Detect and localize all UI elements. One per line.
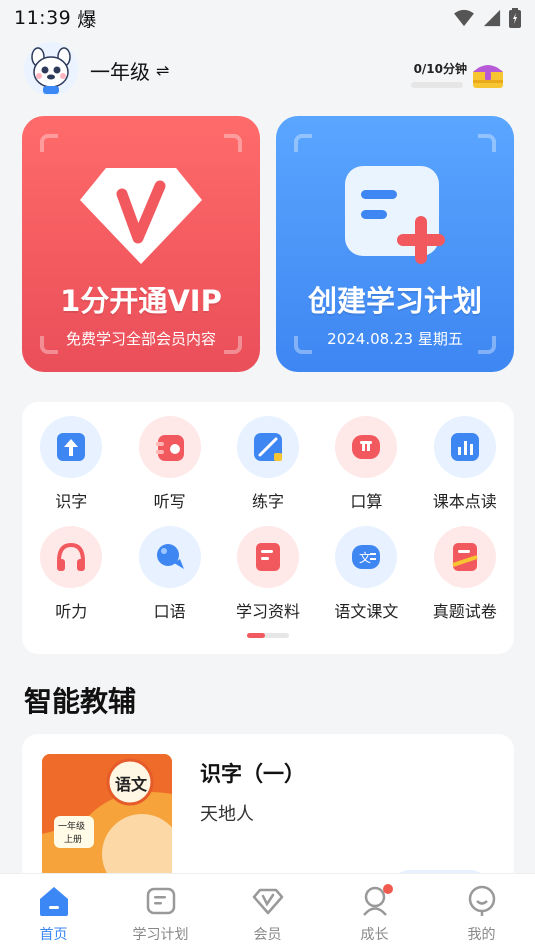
tutor-title: 识字（一） xyxy=(200,762,305,786)
feature-item-yuwenkewen[interactable]: 文 语文课文 xyxy=(317,526,415,636)
tutor-card[interactable]: 语文 一年级 上册 识字（一） 天地人 xyxy=(22,734,514,884)
feature-item-zhentishijuan[interactable]: 真题试卷 xyxy=(416,526,514,636)
tab-vip[interactable]: 会员 xyxy=(214,874,321,951)
page-indicator-active xyxy=(247,633,265,638)
notification-badge xyxy=(383,884,393,894)
section-title: 智能教辅 xyxy=(24,685,137,718)
feature-label: 学习资料 xyxy=(235,602,300,621)
feature-label: 练字 xyxy=(251,492,284,511)
status-time: 11:39 xyxy=(14,7,72,29)
wifi-icon xyxy=(454,9,474,27)
feature-item-kouyu[interactable]: 口语 xyxy=(120,526,218,636)
plan-card-title: 创建学习计划 xyxy=(307,284,482,318)
cover-grade: 一年级 xyxy=(58,820,85,832)
page-indicator xyxy=(247,633,289,638)
frame-corner xyxy=(478,134,496,152)
mascot-icon xyxy=(24,42,78,96)
treasure-chest-icon[interactable] xyxy=(471,60,505,90)
feature-grid: 识字 听写 练字 口算 课本点读 听力 口语 学习资料 文 语文课文 真题试卷 xyxy=(22,416,514,636)
cover-subject: 语文 xyxy=(115,775,148,794)
promo-cards: 1分开通VIP 免费学习全部会员内容 创建学习计划 2024.08.23 星期五 xyxy=(22,116,514,372)
grade-label: 一年级 xyxy=(90,60,150,84)
header: 一年级 ⇌ 0/10分钟 xyxy=(0,42,535,98)
writing-icon xyxy=(236,416,299,478)
feature-label: 听写 xyxy=(153,492,186,511)
textbook-icon xyxy=(433,416,496,478)
avatar[interactable] xyxy=(24,42,78,96)
add-plan-icon xyxy=(345,166,445,264)
tab-growth[interactable]: 成长 xyxy=(321,874,428,951)
feature-panel: 识字 听写 练字 口算 课本点读 听力 口语 学习资料 文 语文课文 真题试卷 xyxy=(22,402,514,654)
tab-label: 我的 xyxy=(467,927,496,943)
plan-card[interactable]: 创建学习计划 2024.08.23 星期五 xyxy=(276,116,514,372)
frame-corner xyxy=(294,134,312,152)
status-bar: 11:39 爆 xyxy=(0,0,535,36)
tab-label: 成长 xyxy=(360,927,389,943)
feature-label: 听力 xyxy=(55,602,88,621)
speaking-icon xyxy=(138,526,201,588)
study-timer: 0/10分钟 xyxy=(413,62,467,76)
feature-item-tingli[interactable]: 听力 xyxy=(22,526,120,636)
book-cover-art: 语文 一年级 上册 xyxy=(42,754,172,884)
plan-card-date: 2024.08.23 星期五 xyxy=(327,330,463,348)
chinese-text-icon: 文 xyxy=(335,526,398,588)
tab-label: 学习计划 xyxy=(132,927,189,943)
tutor-subtitle: 天地人 xyxy=(200,804,254,825)
tab-bar: 首页 学习计划 会员 成长 我的 xyxy=(0,873,535,951)
feature-item-xuexiziliao[interactable]: 学习资料 xyxy=(219,526,317,636)
vip-card-subtitle: 免费学习全部会员内容 xyxy=(65,330,216,348)
vip-card[interactable]: 1分开通VIP 免费学习全部会员内容 xyxy=(22,116,260,372)
signal-icon xyxy=(483,9,501,27)
feature-label: 真题试卷 xyxy=(432,602,497,621)
tab-label: 会员 xyxy=(253,927,282,943)
exam-paper-icon xyxy=(433,526,496,588)
vip-card-title: 1分开通VIP xyxy=(60,284,222,318)
feature-label: 课本点读 xyxy=(432,492,497,511)
feature-label: 识字 xyxy=(55,492,88,511)
tab-label: 首页 xyxy=(39,927,68,943)
swap-icon: ⇌ xyxy=(156,61,170,80)
feature-item-shizi[interactable]: 识字 xyxy=(22,416,120,526)
headphones-icon xyxy=(40,526,103,588)
calc-icon xyxy=(335,416,398,478)
grade-selector[interactable]: 一年级 ⇌ xyxy=(90,56,169,85)
character-icon xyxy=(40,416,103,478)
plan-icon xyxy=(146,887,175,915)
vip-diamond-icon xyxy=(80,168,202,264)
tab-profile[interactable]: 我的 xyxy=(428,874,535,951)
battery-icon xyxy=(509,8,521,28)
timer-progress-bar xyxy=(411,82,463,88)
feature-item-lianzi[interactable]: 练字 xyxy=(219,416,317,526)
frame-corner xyxy=(40,134,58,152)
dictation-icon xyxy=(138,416,201,478)
tab-home[interactable]: 首页 xyxy=(0,874,107,951)
svg-text:文: 文 xyxy=(359,550,371,565)
status-icons xyxy=(453,8,521,28)
feature-label: 语文课文 xyxy=(334,602,399,621)
book-cover: 语文 一年级 上册 xyxy=(42,754,172,884)
feature-label: 口语 xyxy=(153,602,186,621)
feature-item-tingxie[interactable]: 听写 xyxy=(120,416,218,526)
materials-icon xyxy=(236,526,299,588)
feature-item-kousuan[interactable]: 口算 xyxy=(317,416,415,526)
tab-study-plan[interactable]: 学习计划 xyxy=(107,874,214,951)
status-extra: 爆 xyxy=(77,8,97,31)
status-left: 11:39 爆 xyxy=(14,5,97,32)
profile-icon xyxy=(468,885,495,916)
home-icon xyxy=(39,887,68,916)
cover-volume: 上册 xyxy=(64,834,82,845)
feature-label: 口算 xyxy=(350,492,383,511)
vip-icon xyxy=(252,888,283,915)
feature-item-kebendiandu[interactable]: 课本点读 xyxy=(416,416,514,526)
frame-corner xyxy=(224,134,242,152)
